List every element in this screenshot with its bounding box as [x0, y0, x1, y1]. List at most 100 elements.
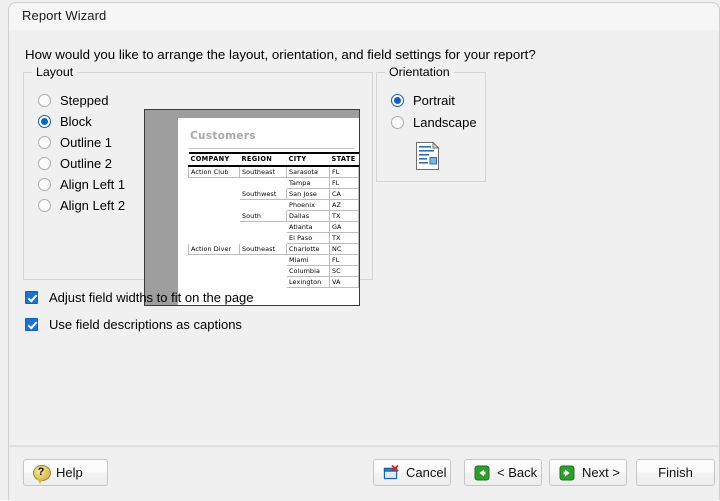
cell-city: Charlotte: [286, 243, 330, 255]
radio-layout-align-left-1[interactable]: Align Left 1: [38, 175, 125, 193]
layout-group-legend: Layout: [32, 65, 78, 79]
cell-company: [189, 200, 240, 211]
cell-city: Tampa: [286, 177, 330, 189]
radio-indicator[interactable]: [38, 156, 51, 170]
cell-city: Lexington: [286, 276, 330, 288]
preview-col-region: REGION: [239, 152, 287, 167]
radio-label: Align Left 1: [60, 176, 126, 192]
cell-company: [189, 277, 240, 288]
cell-region: Southwest: [239, 188, 287, 200]
radio-layout-outline-1[interactable]: Outline 1: [38, 133, 112, 151]
preview-col-state: STATE: [329, 152, 359, 167]
next-button[interactable]: Next >: [549, 459, 627, 486]
table-row: Columbia SC: [189, 265, 359, 277]
radio-layout-block[interactable]: Block: [38, 112, 92, 130]
cell-region: [240, 277, 287, 288]
report-wizard-window: Report Wizard How would you like to arra…: [0, 0, 720, 501]
radio-layout-align-left-2[interactable]: Align Left 2: [38, 196, 125, 214]
cell-state: GA: [329, 221, 359, 233]
window-title: Report Wizard: [22, 8, 107, 23]
cell-company: [189, 222, 240, 233]
cell-region: [240, 178, 287, 189]
layout-preview-panel: Customers COMPANY REGION CITY STATE Acti…: [144, 109, 360, 306]
radio-indicator[interactable]: [391, 93, 404, 107]
document-page-icon: [415, 141, 441, 171]
preview-col-city: CITY: [286, 152, 330, 167]
checkbox-label: Adjust field widths to fit on the page: [49, 289, 254, 305]
cell-region: Southeast: [239, 166, 287, 178]
dialog-footer: ? Help Cancel < Back Next > Finish: [9, 445, 719, 501]
orientation-group-legend: Orientation: [385, 65, 454, 79]
radio-orientation-landscape[interactable]: Landscape: [391, 113, 477, 131]
cell-region: [240, 233, 287, 244]
finish-button-label: Finish: [658, 465, 693, 480]
cell-state: TX: [329, 232, 359, 244]
radio-indicator[interactable]: [38, 177, 51, 191]
preview-divider: [188, 148, 354, 149]
table-row: Phoenix AZ: [189, 199, 359, 211]
back-button-label: < Back: [497, 465, 538, 480]
cell-company: Action Club: [188, 166, 240, 178]
preview-page: Customers COMPANY REGION CITY STATE Acti…: [178, 118, 359, 305]
cell-company: [189, 233, 240, 244]
radio-label: Outline 1: [60, 134, 113, 150]
table-row: Lexington VA: [189, 276, 359, 288]
table-row: Miami FL: [189, 254, 359, 266]
cell-city: San Jose: [286, 188, 330, 200]
cell-city: Dallas: [286, 210, 330, 222]
help-button[interactable]: ? Help: [23, 459, 108, 486]
cell-region: [240, 266, 287, 277]
checkbox-label: Use field descriptions as captions: [49, 316, 242, 332]
radio-layout-stepped[interactable]: Stepped: [38, 91, 108, 109]
table-row: Southwest San Jose CA: [189, 188, 359, 200]
cell-state: CA: [329, 188, 359, 200]
layout-group: Layout Stepped Block Outline 1 Outline 2…: [23, 65, 373, 306]
preview-header-row: COMPANY REGION CITY STATE: [188, 152, 359, 167]
cell-city: Columbia: [286, 265, 330, 277]
orientation-group: Orientation Portrait Landscape: [376, 65, 486, 182]
cell-city: El Paso: [286, 232, 330, 244]
dialog-content: How would you like to arrange the layout…: [9, 30, 719, 445]
table-row: Tampa FL: [189, 177, 359, 189]
cell-state: NC: [329, 243, 359, 255]
cell-city: Sarasota: [286, 166, 330, 178]
back-button[interactable]: < Back: [464, 459, 542, 486]
close-window-icon: [383, 464, 399, 481]
table-row: Atlanta GA: [189, 221, 359, 233]
table-row: Action Club Southeast Sarasota FL: [188, 166, 359, 178]
preview-data-table: COMPANY REGION CITY STATE Action Club So…: [188, 152, 359, 288]
cell-state: AZ: [329, 199, 359, 211]
cell-state: TX: [329, 210, 359, 222]
arrow-left-icon: [474, 465, 490, 481]
cell-state: FL: [329, 166, 359, 178]
cell-city: Phoenix: [286, 199, 330, 211]
radio-indicator[interactable]: [391, 115, 404, 129]
checkbox-indicator[interactable]: [25, 290, 38, 304]
checkbox-indicator[interactable]: [25, 317, 38, 331]
radio-layout-outline-2[interactable]: Outline 2: [38, 154, 112, 172]
cell-company: Action Diver: [188, 243, 240, 255]
table-row: El Paso TX: [189, 232, 359, 244]
cancel-button[interactable]: Cancel: [373, 459, 451, 486]
cell-region: [240, 200, 287, 211]
checkbox-adjust-field-widths[interactable]: Adjust field widths to fit on the page: [25, 288, 254, 306]
footer-divider: [9, 446, 719, 447]
preview-report-title: Customers: [190, 130, 256, 142]
preview-col-company: COMPANY: [188, 152, 240, 167]
next-button-label: Next >: [582, 465, 620, 480]
radio-label: Landscape: [413, 114, 477, 130]
radio-indicator[interactable]: [38, 114, 51, 128]
table-row: South Dallas TX: [189, 210, 359, 222]
cell-region: [240, 222, 287, 233]
radio-label: Align Left 2: [60, 197, 126, 213]
radio-orientation-portrait[interactable]: Portrait: [391, 91, 455, 109]
cell-state: VA: [329, 276, 359, 288]
finish-button[interactable]: Finish: [636, 459, 715, 486]
radio-indicator[interactable]: [38, 135, 51, 149]
checkbox-use-field-descriptions[interactable]: Use field descriptions as captions: [25, 315, 242, 333]
help-icon: ?: [33, 464, 51, 484]
radio-indicator[interactable]: [38, 93, 51, 107]
radio-indicator[interactable]: [38, 198, 51, 212]
cell-state: FL: [329, 177, 359, 189]
cell-city: Miami: [286, 254, 330, 266]
